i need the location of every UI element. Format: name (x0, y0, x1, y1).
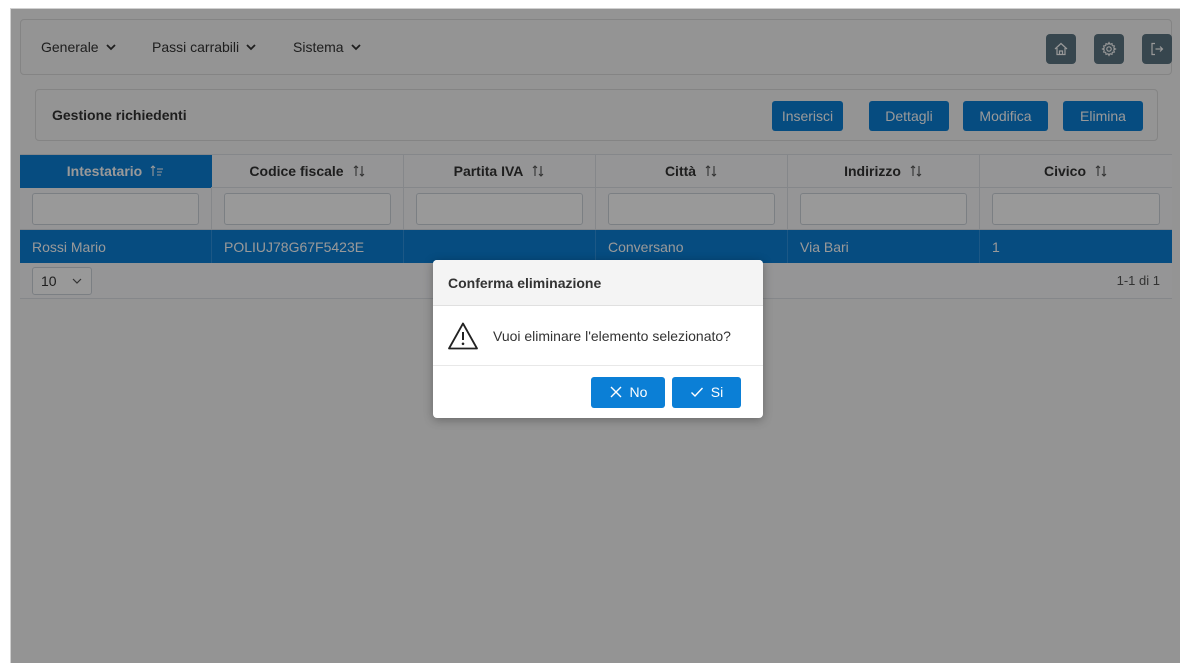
close-icon (610, 386, 622, 398)
yes-button-label: Si (710, 384, 724, 400)
dialog-message: Vuoi eliminare l'elemento selezionato? (493, 327, 731, 344)
no-button-label: No (629, 384, 648, 400)
confirm-dialog: Conferma eliminazione Vuoi eliminare l'e… (433, 260, 763, 418)
dialog-title: Conferma eliminazione (433, 260, 763, 306)
dialog-content: Vuoi eliminare l'elemento selezionato? (433, 306, 763, 366)
yes-button[interactable]: Si (672, 376, 741, 408)
check-icon (690, 387, 703, 398)
dialog-footer: No Si (433, 366, 763, 418)
warning-icon (448, 322, 478, 349)
no-button[interactable]: No (591, 376, 665, 408)
app-window: Generale Passi carrabili Sistema Gestion… (10, 8, 1180, 663)
